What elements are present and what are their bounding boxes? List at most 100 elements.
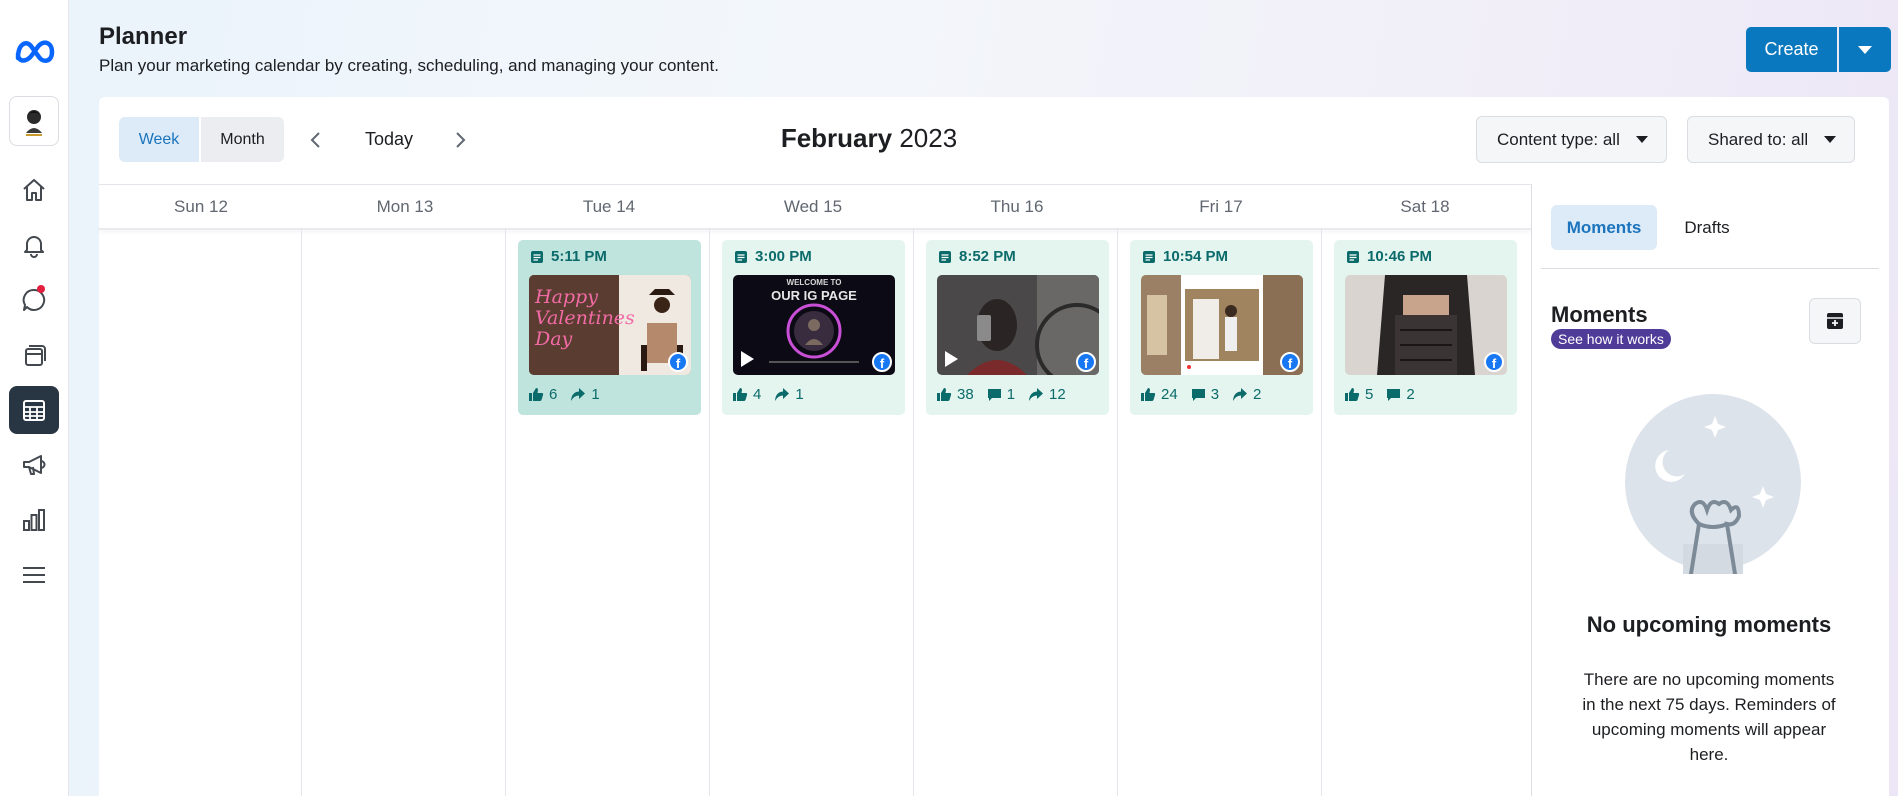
tabs-divider xyxy=(1541,268,1879,269)
chat-icon[interactable] xyxy=(9,276,59,324)
shares-stat: 1 xyxy=(774,386,804,403)
shares-count: 1 xyxy=(591,386,600,403)
create-dropdown-button[interactable] xyxy=(1839,27,1891,72)
tab-moments[interactable]: Moments xyxy=(1551,205,1657,250)
post-time: 10:54 PM xyxy=(1142,248,1228,265)
shared-to-filter[interactable]: Shared to: all xyxy=(1687,116,1855,163)
shares-stat: 2 xyxy=(1232,386,1261,403)
comments-stat: 1 xyxy=(987,386,1015,403)
like-icon xyxy=(529,388,544,401)
tab-drafts[interactable]: Drafts xyxy=(1673,205,1741,250)
post-time-text: 5:11 PM xyxy=(551,248,607,265)
megaphone-icon[interactable] xyxy=(9,441,59,489)
post-stats: 4 1 xyxy=(732,386,817,403)
comments-count: 1 xyxy=(1006,386,1016,403)
previous-week-button[interactable] xyxy=(301,125,331,155)
post-type-icon xyxy=(735,250,747,263)
grid-header-shadow xyxy=(99,228,1531,230)
post-stats: 38 1 12 xyxy=(936,386,1079,403)
month-view-button[interactable]: Month xyxy=(201,117,284,162)
empty-state-title: No upcoming moments xyxy=(1586,612,1832,637)
post-stats: 6 1 xyxy=(528,386,613,403)
post-type-icon xyxy=(1347,250,1359,263)
sidebar xyxy=(0,0,69,796)
caret-down-icon xyxy=(1858,45,1872,54)
content-type-filter[interactable]: Content type: all xyxy=(1476,116,1667,163)
post-card[interactable]: 5:11 PM Happy Valentines Day f 6 1 xyxy=(518,240,701,415)
shares-stat: 1 xyxy=(570,386,600,403)
share-icon xyxy=(571,388,586,401)
archive-button[interactable] xyxy=(1809,298,1861,344)
share-icon xyxy=(1029,388,1044,401)
post-card[interactable]: 10:54 PM f 24 3 2 xyxy=(1130,240,1313,415)
post-type-icon xyxy=(1143,250,1155,263)
facebook-icon: f xyxy=(1484,352,1504,372)
likes-stat: 38 xyxy=(936,386,974,403)
post-time: 3:00 PM xyxy=(734,248,812,265)
facebook-icon: f xyxy=(1280,352,1300,372)
day-header: Mon 13 xyxy=(376,196,434,216)
pages-icon[interactable] xyxy=(9,331,59,379)
post-stats: 24 3 2 xyxy=(1140,386,1274,403)
post-thumbnail[interactable]: f xyxy=(937,275,1099,375)
comment-icon xyxy=(1387,389,1401,401)
comments-stat: 3 xyxy=(1191,386,1219,403)
calendar-icon[interactable] xyxy=(9,386,59,434)
comments-stat: 2 xyxy=(1386,386,1415,403)
page-avatar[interactable] xyxy=(9,96,59,146)
play-icon xyxy=(945,351,958,367)
content-type-label: Content type: all xyxy=(1497,129,1620,149)
share-icon xyxy=(775,388,790,401)
like-icon xyxy=(1141,388,1156,401)
likes-stat: 5 xyxy=(1344,386,1373,403)
likes-count: 6 xyxy=(549,386,558,403)
chevron-left-icon xyxy=(310,132,320,148)
post-thumbnail[interactable]: f xyxy=(1141,275,1303,375)
column-divider xyxy=(505,228,506,796)
column-divider xyxy=(1117,228,1118,796)
post-card[interactable]: 10:46 PM f 5 2 xyxy=(1334,240,1517,415)
post-card[interactable]: 3:00 PM WELCOME TO OUR IG PAGE f 4 1 xyxy=(722,240,905,415)
shares-count: 12 xyxy=(1049,386,1066,403)
likes-stat: 6 xyxy=(528,386,557,403)
shares-count: 2 xyxy=(1253,386,1262,403)
likes-count: 5 xyxy=(1365,386,1374,403)
likes-count: 38 xyxy=(957,386,974,403)
post-type-icon xyxy=(531,250,543,263)
bar-chart-icon[interactable] xyxy=(9,496,59,544)
bell-icon[interactable] xyxy=(9,221,59,269)
create-button[interactable]: Create xyxy=(1746,27,1837,72)
post-thumbnail[interactable]: Happy Valentines Day f xyxy=(529,275,691,375)
share-icon xyxy=(1233,388,1248,401)
facebook-icon: f xyxy=(668,352,688,372)
post-card[interactable]: 8:52 PM f 38 1 12 xyxy=(926,240,1109,415)
ig-page-text: OUR IG PAGE xyxy=(771,288,857,303)
likes-stat: 4 xyxy=(732,386,761,403)
like-icon xyxy=(733,388,748,401)
see-how-it-works-link[interactable]: See how it works xyxy=(1551,329,1671,349)
post-thumbnail[interactable]: f xyxy=(1345,275,1507,375)
valentine-text: Happy Valentines Day xyxy=(535,286,635,350)
meta-logo[interactable] xyxy=(12,30,58,70)
lightbulb-illustration xyxy=(1621,394,1805,576)
shared-to-label: Shared to: all xyxy=(1708,129,1809,149)
today-button[interactable]: Today xyxy=(346,117,432,162)
day-header: Wed 15 xyxy=(783,196,843,216)
planner-panel: Week Month Today February 2023 Content t… xyxy=(99,97,1889,796)
post-thumbnail[interactable]: WELCOME TO OUR IG PAGE f xyxy=(733,275,895,375)
column-divider xyxy=(709,228,710,796)
caret-down-icon xyxy=(1636,136,1648,143)
current-month-title: February 2023 xyxy=(699,123,1039,154)
next-week-button[interactable] xyxy=(445,125,475,155)
home-icon[interactable] xyxy=(9,166,59,214)
menu-icon[interactable] xyxy=(9,551,59,599)
chevron-right-icon xyxy=(456,132,466,148)
day-header: Fri 17 xyxy=(1199,196,1243,216)
day-header: Tue 14 xyxy=(582,196,636,216)
create-button-group: Create xyxy=(1746,27,1891,72)
calendar-right-border xyxy=(1531,184,1532,796)
post-time: 8:52 PM xyxy=(938,248,1016,265)
facebook-icon: f xyxy=(872,352,892,372)
week-view-button[interactable]: Week xyxy=(119,117,199,162)
notification-dot xyxy=(37,285,45,293)
